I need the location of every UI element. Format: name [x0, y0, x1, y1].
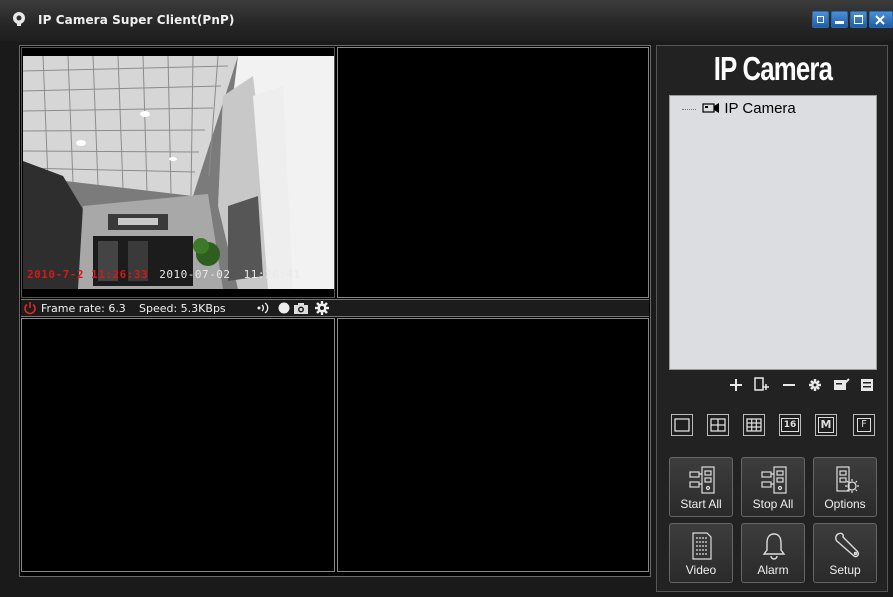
camera-status-bar: Frame rate: 6.3 Speed: 5.3KBps: [21, 299, 649, 317]
video-button[interactable]: Video: [669, 523, 733, 583]
power-icon[interactable]: [23, 301, 37, 315]
layout-m-button[interactable]: M: [815, 414, 837, 436]
camera-list-button[interactable]: [858, 376, 876, 394]
options-label: Options: [824, 497, 866, 511]
audio-icon[interactable]: [256, 301, 272, 315]
layout-m-label: M: [818, 417, 834, 433]
grid-bottom-strip: [21, 573, 649, 576]
options-icon: [836, 466, 859, 493]
layout-fullscreen-button[interactable]: F: [853, 414, 875, 436]
layout-16-button[interactable]: 16: [779, 414, 801, 436]
video-pane-2[interactable]: [337, 47, 649, 298]
record-icon[interactable]: [277, 301, 291, 315]
video-pane-4[interactable]: [337, 318, 649, 572]
restore-button[interactable]: [812, 11, 829, 28]
layout-4-button[interactable]: [707, 414, 729, 436]
bell-icon: [762, 533, 786, 560]
layout-nine-icon: [746, 418, 762, 432]
speed-text: Speed: 5.3KBps: [139, 302, 226, 315]
tree-node-ip-camera[interactable]: IP Camera: [682, 100, 796, 117]
osd-date: 2010-07-02: [159, 268, 231, 281]
add-group-icon: [754, 377, 769, 391]
start-all-button[interactable]: Start All: [669, 457, 733, 517]
app-window: IP Camera Super Client(PnP) 2010-7-2 11:…: [0, 0, 893, 597]
start-all-label: Start All: [680, 497, 722, 511]
tree-node-label: IP Camera: [724, 100, 796, 117]
snapshot-icon[interactable]: [293, 301, 309, 315]
tree-connector: [682, 108, 696, 110]
close-button[interactable]: [869, 11, 893, 28]
minimize-button[interactable]: [831, 11, 848, 28]
camera-settings-button[interactable]: [806, 376, 824, 394]
camera-feed-picture: [23, 56, 334, 289]
stop-all-label: Stop All: [752, 497, 794, 511]
layout-1-button[interactable]: [671, 414, 693, 436]
video-label: Video: [685, 563, 717, 577]
video-file-icon: [692, 532, 712, 560]
setup-button[interactable]: Setup: [813, 523, 877, 583]
add-camera-button[interactable]: [727, 376, 745, 394]
start-all-icon: [689, 466, 715, 494]
layout-16-label: 16: [781, 418, 799, 432]
camera-app-icon: [13, 12, 25, 26]
restore-icon: [817, 16, 824, 23]
edit-camera-button[interactable]: [832, 376, 850, 394]
layout-single-icon: [674, 418, 690, 432]
frame-rate-text: Frame rate: 6.3: [41, 302, 126, 315]
setup-label: Setup: [829, 563, 861, 577]
maximize-icon: [854, 15, 863, 24]
camera-osd: 2010-7-2 11:26:33 2010-07-02 11:26:41: [27, 268, 301, 281]
osd-time: 11:26:41: [243, 268, 301, 281]
list-icon: [861, 379, 873, 391]
settings-gear-icon[interactable]: [315, 301, 329, 315]
window-title: IP Camera Super Client(PnP): [38, 13, 235, 27]
add-group-button[interactable]: [752, 376, 770, 394]
close-icon: [875, 15, 885, 25]
wrench-icon: [835, 532, 860, 558]
stop-all-button[interactable]: Stop All: [741, 457, 805, 517]
brand-title: IP Camera: [713, 50, 833, 87]
osd-timestamp-red: 2010-7-2 11:26:33: [27, 268, 149, 281]
gear-icon: [809, 379, 821, 391]
minimize-icon: [835, 21, 844, 24]
camera-feed-image: [23, 56, 334, 289]
alarm-button[interactable]: Alarm: [741, 523, 805, 583]
options-button[interactable]: Options: [813, 457, 877, 517]
camera-group-icon: [702, 103, 720, 113]
layout-f-label: F: [857, 418, 871, 432]
title-bar[interactable]: IP Camera Super Client(PnP): [0, 0, 893, 41]
maximize-button[interactable]: [850, 11, 867, 28]
layout-quad-icon: [710, 418, 726, 432]
edit-icon: [834, 378, 850, 390]
device-tree[interactable]: IP Camera: [669, 95, 877, 370]
stop-all-icon: [761, 466, 787, 494]
remove-camera-button[interactable]: [780, 376, 798, 394]
alarm-label: Alarm: [757, 563, 789, 577]
layout-9-button[interactable]: [743, 414, 765, 436]
plus-icon: [730, 379, 742, 391]
video-pane-3[interactable]: [21, 318, 335, 572]
minus-icon: [783, 384, 795, 386]
